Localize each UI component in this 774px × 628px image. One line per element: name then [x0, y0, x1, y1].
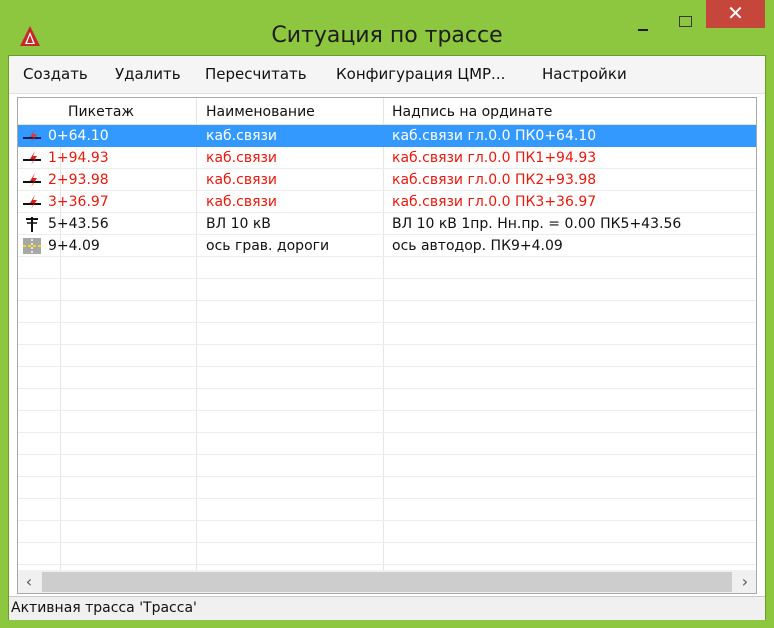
- cell-picket: 1+94.93: [48, 150, 109, 166]
- maximize-button[interactable]: [671, 12, 701, 36]
- cable-crossing-icon: [22, 171, 42, 189]
- scrollbar-thumb[interactable]: [42, 572, 732, 592]
- close-icon: ✕: [727, 1, 744, 25]
- road-axis-icon: [22, 237, 42, 255]
- menu-item-delete[interactable]: Удалить: [115, 65, 181, 83]
- horizontal-scrollbar[interactable]: ‹ ›: [18, 570, 756, 593]
- cell-name: ВЛ 10 кВ: [206, 216, 271, 232]
- cell-name: каб.связи: [206, 194, 278, 210]
- grid-line: [18, 388, 756, 389]
- title-bar[interactable]: Ситуация по трассе ✕: [0, 0, 774, 55]
- grid-line: [18, 278, 756, 279]
- status-text: Активная трасса 'Трасса': [11, 600, 197, 616]
- cell-name: ось грав. дороги: [206, 238, 330, 254]
- cell-picket: 3+36.97: [48, 194, 109, 210]
- cell-ordinate-label: каб.связи гл.0.0 ПК3+36.97: [392, 194, 597, 210]
- cell-picket: 0+64.10: [48, 128, 109, 144]
- grid-line: [18, 476, 756, 477]
- grid-line: [18, 454, 756, 455]
- list-header: Пикетаж Наименование Надпись на ординате: [18, 98, 756, 125]
- scroll-left-icon[interactable]: ‹: [18, 570, 40, 593]
- cell-ordinate-label: ось автодор. ПК9+4.09: [392, 238, 563, 254]
- grid-line: [18, 410, 756, 411]
- grid-line: [18, 432, 756, 433]
- cell-picket: 9+4.09: [48, 238, 100, 254]
- table-row[interactable]: 9+4.09 ось грав. дороги ось автодор. ПК9+4…: [18, 235, 756, 257]
- cell-name: каб.связи: [206, 128, 278, 144]
- minimize-button[interactable]: [631, 14, 661, 38]
- grid-line: [18, 300, 756, 301]
- cable-crossing-icon: [22, 149, 42, 167]
- column-divider[interactable]: [196, 98, 197, 124]
- cell-picket: 5+43.56: [48, 216, 109, 232]
- column-header-picket[interactable]: Пикетаж: [68, 104, 134, 120]
- menu-item-settings[interactable]: Настройки: [542, 65, 627, 83]
- cell-name: каб.связи: [206, 172, 278, 188]
- cable-crossing-icon: [22, 193, 42, 211]
- column-header-name[interactable]: Наименование: [206, 104, 315, 120]
- close-button[interactable]: ✕: [706, 0, 765, 28]
- menu-item-create[interactable]: Создать: [23, 65, 88, 83]
- menu-bar: Создать Удалить Пересчитать Конфигурация…: [9, 56, 765, 94]
- power-line-pole-icon: [22, 215, 42, 233]
- table-row[interactable]: 0+64.10 каб.связи каб.связи гл.0.0 ПК0+64.…: [18, 125, 756, 147]
- grid-line: [18, 366, 756, 367]
- situation-list[interactable]: Пикетаж Наименование Надпись на ординате…: [17, 97, 757, 594]
- client-area: Создать Удалить Пересчитать Конфигурация…: [8, 55, 766, 620]
- cell-ordinate-label: ВЛ 10 кВ 1пр. Нн.пр. = 0.00 ПК5+43.56: [392, 216, 682, 232]
- scroll-right-icon[interactable]: ›: [734, 570, 756, 593]
- menu-item-dtm-config[interactable]: Конфигурация ЦМР...: [336, 65, 505, 83]
- column-header-ordinate-label[interactable]: Надпись на ординате: [392, 104, 552, 120]
- table-row[interactable]: 3+36.97 каб.связи каб.связи гл.0.0 ПК3+36.…: [18, 191, 756, 213]
- cell-ordinate-label: каб.связи гл.0.0 ПК0+64.10: [392, 128, 597, 144]
- grid-line: [18, 564, 756, 565]
- menu-item-recalculate[interactable]: Пересчитать: [205, 65, 307, 83]
- grid-line: [18, 520, 756, 521]
- status-bar: Активная трасса 'Трасса': [9, 596, 765, 620]
- grid-line: [18, 498, 756, 499]
- cell-ordinate-label: каб.связи гл.0.0 ПК1+94.93: [392, 150, 597, 166]
- app-window: Ситуация по трассе ✕ Создать Удалить Пер…: [0, 0, 774, 628]
- cable-crossing-icon: [22, 127, 42, 145]
- cell-picket: 2+93.98: [48, 172, 109, 188]
- grid-line: [18, 344, 756, 345]
- table-row[interactable]: 2+93.98 каб.связи каб.связи гл.0.0 ПК2+93.…: [18, 169, 756, 191]
- cell-name: каб.связи: [206, 150, 278, 166]
- grid-line: [18, 322, 756, 323]
- column-divider[interactable]: [383, 98, 384, 124]
- cell-ordinate-label: каб.связи гл.0.0 ПК2+93.98: [392, 172, 597, 188]
- table-row[interactable]: 5+43.56 ВЛ 10 кВ ВЛ 10 кВ 1пр. Нн.пр. = 0.…: [18, 213, 756, 235]
- table-row[interactable]: 1+94.93 каб.связи каб.связи гл.0.0 ПК1+94.…: [18, 147, 756, 169]
- grid-line: [18, 542, 756, 543]
